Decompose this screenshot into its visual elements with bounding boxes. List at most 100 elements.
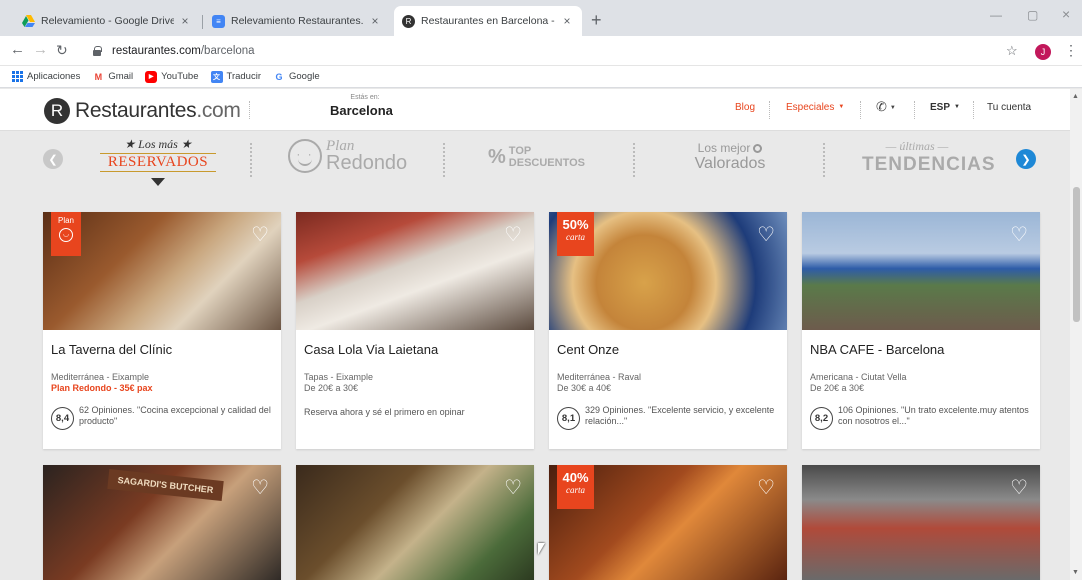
- carousel-prev-icon[interactable]: ❮: [43, 149, 63, 169]
- discount-label: carta: [566, 485, 585, 495]
- especiales-dropdown[interactable]: Especiales: [786, 102, 844, 113]
- favorite-heart-icon[interactable]: ♡: [504, 478, 522, 498]
- bookmarks-bar: Aplicaciones M Gmail ▶ YouTube 文 Traduci…: [0, 66, 1082, 88]
- profile-avatar[interactable]: J: [1035, 44, 1051, 60]
- restaurant-name[interactable]: Casa Lola Via Laietana: [296, 330, 534, 357]
- menu-kebab-icon[interactable]: ⋮: [1064, 42, 1078, 59]
- rating-text[interactable]: 62 Opiniones. "Cocina excepcional y cali…: [79, 405, 273, 430]
- favorite-heart-icon[interactable]: ♡: [1010, 478, 1028, 498]
- favorite-heart-icon[interactable]: ♡: [757, 225, 775, 245]
- category-title: ★ Los más ★: [124, 137, 192, 151]
- language-dropdown[interactable]: ESP: [930, 102, 960, 113]
- forward-arrow-icon[interactable]: →: [33, 42, 48, 58]
- reserve-prompt[interactable]: Reserva ahora y sé el primero en opinar: [296, 393, 534, 417]
- favorite-heart-icon[interactable]: ♡: [251, 225, 269, 245]
- site-logo[interactable]: R Restaurantes.com: [44, 98, 241, 124]
- header-divider: [249, 101, 250, 119]
- close-icon[interactable]: ×: [560, 14, 574, 28]
- rating-text[interactable]: 329 Opiniones. "Excelente servicio, y ex…: [585, 405, 779, 430]
- rating-text[interactable]: 106 Opiniones. "Un trato excelente.muy a…: [838, 405, 1032, 430]
- restaurant-card[interactable]: Plan ◡ ♡ La Taverna del Clínic Mediterrá…: [43, 212, 281, 449]
- scroll-down-icon[interactable]: ▼: [1072, 569, 1079, 576]
- header-divider: [973, 101, 974, 119]
- restaurant-photo[interactable]: 50% carta ♡: [549, 212, 787, 330]
- restaurant-cuisine: Americana - Ciutat Vella: [810, 372, 907, 382]
- badge-label: Plan: [57, 216, 74, 225]
- scroll-up-icon[interactable]: ▲: [1072, 93, 1079, 100]
- smiley-icon: [288, 139, 322, 173]
- restaurant-name[interactable]: NBA CAFE - Barcelona: [802, 330, 1040, 357]
- restaurant-photo[interactable]: ♡: [296, 212, 534, 330]
- restaurant-name[interactable]: Cent Onze: [549, 330, 787, 357]
- restaurant-card[interactable]: 50% carta ♡ Cent Onze Mediterránea - Rav…: [549, 212, 787, 449]
- category-mas-reservados[interactable]: ★ Los más ★ RESERVADOS: [100, 137, 216, 186]
- google-drive-icon: [22, 15, 35, 28]
- bookmark-gmail[interactable]: M Gmail: [92, 71, 134, 83]
- logo-wordmark: Restaurantes.com: [75, 99, 241, 123]
- tab-google-drive[interactable]: Relevamiento - Google Drive ×: [14, 6, 200, 36]
- minimize-icon[interactable]: —: [990, 8, 1002, 22]
- back-arrow-icon[interactable]: ←: [10, 42, 25, 58]
- account-link[interactable]: Tu cuenta: [987, 102, 1031, 113]
- category-subtitle: TENDENCIAS: [862, 154, 996, 175]
- restaurant-photo[interactable]: ♡: [802, 212, 1040, 330]
- restaurant-photo[interactable]: ♡: [296, 465, 534, 580]
- close-icon[interactable]: ×: [178, 14, 192, 28]
- category-mejor-valorados[interactable]: Los mejor Valorados: [680, 141, 780, 173]
- restaurant-photo[interactable]: 40% carta ♡: [549, 465, 787, 580]
- bookmark-star-icon[interactable]: ☆: [1006, 43, 1018, 59]
- favorite-heart-icon[interactable]: ♡: [1010, 225, 1028, 245]
- restaurant-rating: 8,4 62 Opiniones. "Cocina excepcional y …: [43, 393, 281, 430]
- category-plan-redondo[interactable]: Plan Redondo: [288, 139, 407, 173]
- restaurant-photo[interactable]: Plan ◡ ♡: [43, 212, 281, 330]
- medal-icon: [753, 144, 763, 154]
- reload-icon[interactable]: ↻: [56, 42, 68, 58]
- restaurant-card[interactable]: ♡ Casa Lola Via Laietana Tapas - Eixampl…: [296, 212, 534, 449]
- tab-restaurantes-barcelona[interactable]: R Restaurantes en Barcelona - Rest ×: [394, 6, 582, 36]
- restaurant-card[interactable]: 40% carta ♡: [549, 465, 787, 580]
- restaurant-photo[interactable]: SAGARDI'S BUTCHER ♡: [43, 465, 281, 580]
- restaurant-price: De 30€ a 40€: [557, 383, 612, 393]
- category-top-descuentos[interactable]: % TOP DESCUENTOS: [488, 145, 585, 169]
- category-ultimas-tendencias[interactable]: — últimas — TENDENCIAS: [862, 139, 996, 176]
- address-bar[interactable]: restaurantes.com/barcelona: [92, 39, 992, 63]
- browser-tab-bar: Relevamiento - Google Drive × ≡ Relevami…: [0, 0, 1082, 36]
- bookmark-youtube[interactable]: ▶ YouTube: [145, 70, 199, 83]
- restaurant-photo[interactable]: ♡: [802, 465, 1040, 580]
- favorite-heart-icon[interactable]: ♡: [757, 478, 775, 498]
- discount-percent: 50%: [562, 217, 589, 232]
- page-scrollbar[interactable]: ▲ ▼: [1070, 89, 1082, 580]
- restaurant-card[interactable]: ♡: [802, 465, 1040, 580]
- restaurant-name[interactable]: La Taverna del Clínic: [43, 330, 281, 357]
- bookmark-label: Google: [289, 71, 320, 82]
- restaurant-card[interactable]: SAGARDI'S BUTCHER ♡: [43, 465, 281, 580]
- discount-percent: 40%: [562, 470, 589, 485]
- rating-score: 8,1: [557, 407, 580, 430]
- carousel-next-icon[interactable]: ❯: [1016, 149, 1036, 169]
- restaurant-promo[interactable]: Plan Redondo - 35€ pax: [43, 382, 281, 393]
- new-tab-button[interactable]: +: [591, 11, 602, 29]
- phone-icon[interactable]: ✆ ▼: [876, 99, 896, 115]
- bookmark-apps[interactable]: Aplicaciones: [12, 71, 80, 82]
- blog-link[interactable]: Blog: [735, 102, 755, 113]
- location-selector[interactable]: Estás en: Barcelona: [330, 94, 400, 118]
- favorite-heart-icon[interactable]: ♡: [504, 225, 522, 245]
- scrollbar-thumb[interactable]: [1073, 187, 1080, 322]
- tab-relevamiento-doc[interactable]: ≡ Relevamiento Restaurantes.com ×: [204, 6, 390, 36]
- plan-badge: Plan ◡: [51, 212, 81, 256]
- mouse-cursor-icon: [538, 543, 545, 555]
- close-icon[interactable]: ×: [368, 14, 382, 28]
- bookmark-google[interactable]: G Google: [273, 71, 320, 83]
- category-subtitle: DESCUENTOS: [508, 157, 585, 169]
- close-window-icon[interactable]: ×: [1062, 6, 1070, 22]
- category-divider: [633, 143, 635, 177]
- category-title: Los mejor: [697, 141, 751, 155]
- favorite-heart-icon[interactable]: ♡: [251, 478, 269, 498]
- restore-icon[interactable]: ▢: [1027, 8, 1038, 22]
- bookmark-translate[interactable]: 文 Traducir: [210, 70, 261, 83]
- bookmark-label: Aplicaciones: [27, 71, 81, 82]
- restaurant-cuisine: Tapas - Eixample: [304, 372, 374, 382]
- tab-title: Restaurantes en Barcelona - Rest: [421, 15, 556, 27]
- restaurant-card[interactable]: ♡: [296, 465, 534, 580]
- restaurant-card[interactable]: ♡ NBA CAFE - Barcelona Americana - Ciuta…: [802, 212, 1040, 449]
